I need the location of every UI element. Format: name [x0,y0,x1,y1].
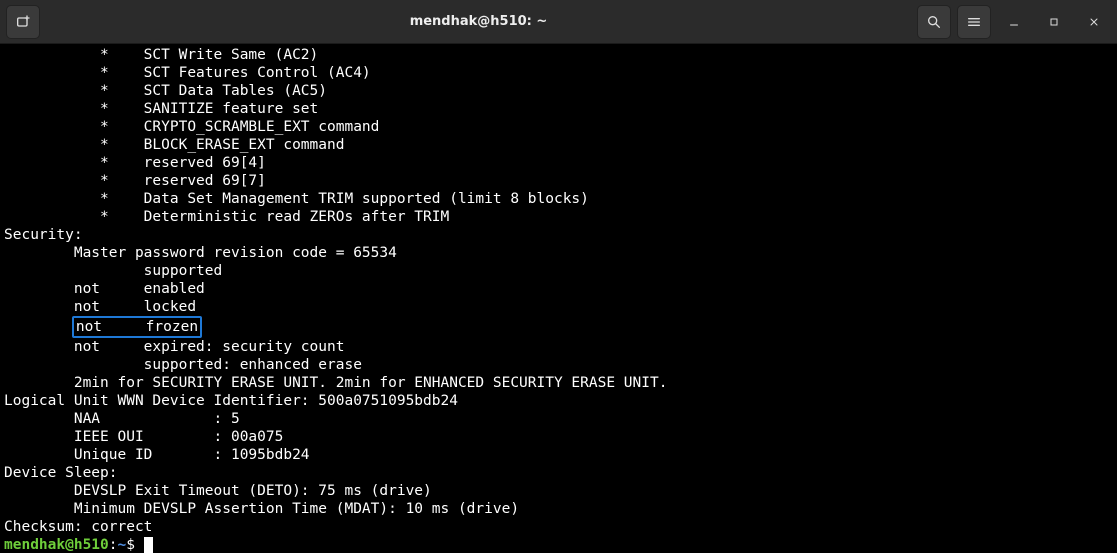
terminal-cursor [144,537,153,553]
terminal-line: * Deterministic read ZEROs after TRIM [4,208,1113,226]
prompt-separator: : [109,537,118,553]
search-button[interactable] [917,5,951,39]
terminal-line: IEEE OUI : 00a075 [4,428,1113,446]
terminal-line: Logical Unit WWN Device Identifier: 500a… [4,392,1113,410]
maximize-button[interactable] [1037,5,1071,39]
window-title: mendhak@h510: ~ [46,14,911,29]
prompt-symbol: $ [126,537,143,553]
new-tab-button[interactable] [6,5,40,39]
terminal-line: * SANITIZE feature set [4,100,1113,118]
terminal-line: Security: [4,226,1113,244]
terminal-prompt[interactable]: mendhak@h510:~$ [4,536,1113,553]
prompt-user-host: mendhak@h510 [4,537,109,553]
titlebar: mendhak@h510: ~ [0,0,1117,44]
terminal-area[interactable]: * SCT Write Same (AC2) * SCT Features Co… [0,44,1117,553]
terminal-content: * SCT Write Same (AC2) * SCT Features Co… [4,44,1113,553]
terminal-line: Checksum: correct [4,518,1113,536]
menu-button[interactable] [957,5,991,39]
terminal-line: * SCT Features Control (AC4) [4,64,1113,82]
highlight-not-frozen: not frozen [72,316,202,338]
prompt-path: ~ [118,537,127,553]
terminal-line: * BLOCK_ERASE_EXT command [4,136,1113,154]
new-tab-icon [15,14,31,30]
terminal-line: * SCT Data Tables (AC5) [4,82,1113,100]
search-icon [926,14,942,30]
terminal-line: Minimum DEVSLP Assertion Time (MDAT): 10… [4,500,1113,518]
minimize-icon [1008,16,1020,28]
terminal-line: NAA : 5 [4,410,1113,428]
terminal-line: * reserved 69[4] [4,154,1113,172]
minimize-button[interactable] [997,5,1031,39]
terminal-line: * CRYPTO_SCRAMBLE_EXT command [4,118,1113,136]
terminal-line: not locked [4,298,1113,316]
terminal-line: Device Sleep: [4,464,1113,482]
terminal-line: Unique ID : 1095bdb24 [4,446,1113,464]
terminal-output: * SCT Write Same (AC2) * SCT Features Co… [4,46,1113,553]
maximize-icon [1048,16,1060,28]
close-icon [1088,16,1100,28]
terminal-line: supported [4,262,1113,280]
terminal-line: * SCT Write Same (AC2) [4,46,1113,64]
titlebar-right [917,5,1111,39]
terminal-line: not expired: security count [4,338,1113,356]
hamburger-icon [966,14,982,30]
terminal-line: * Data Set Management TRIM supported (li… [4,190,1113,208]
close-button[interactable] [1077,5,1111,39]
terminal-line: * reserved 69[7] [4,172,1113,190]
terminal-line: not enabled [4,280,1113,298]
terminal-line: 2min for SECURITY ERASE UNIT. 2min for E… [4,374,1113,392]
terminal-line: DEVSLP Exit Timeout (DETO): 75 ms (drive… [4,482,1113,500]
terminal-line: Master password revision code = 65534 [4,244,1113,262]
terminal-line-highlighted: not frozen [4,316,1113,338]
terminal-line: supported: enhanced erase [4,356,1113,374]
